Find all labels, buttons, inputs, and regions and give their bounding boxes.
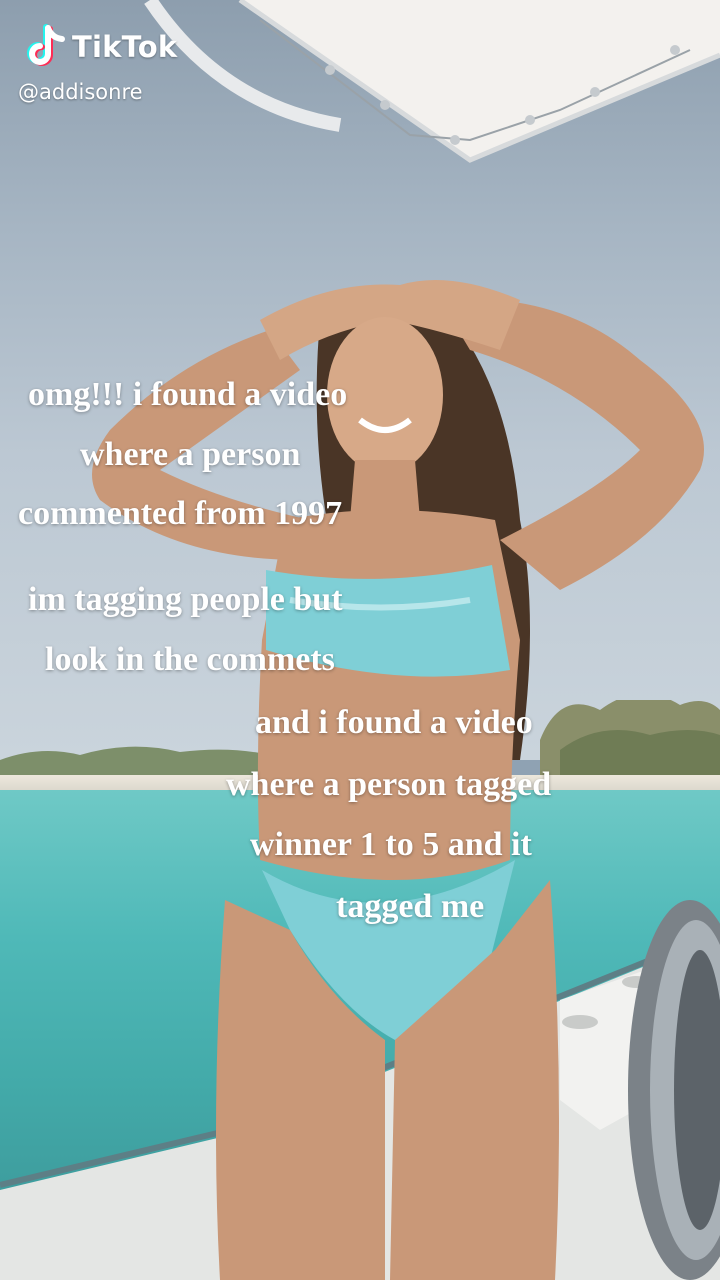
- caption-line: commented from 1997: [18, 495, 343, 532]
- person-figure: [92, 280, 704, 1280]
- tiktok-watermark: TikTok @addisonre: [18, 22, 177, 104]
- caption-line: tagged me: [336, 888, 485, 925]
- video-frame[interactable]: TikTok @addisonre omg!!! i found a video…: [0, 0, 720, 1280]
- caption-line: where a person tagged: [226, 766, 552, 803]
- caption-line: omg!!! i found a video: [28, 376, 348, 413]
- creator-handle: @addisonre: [18, 80, 143, 104]
- tiktok-note-icon: [27, 24, 65, 66]
- caption-line: im tagging people but: [28, 581, 343, 618]
- caption-line: look in the commets: [45, 641, 335, 678]
- watermark-brand-row: TikTok: [22, 22, 177, 72]
- caption-line: where a person: [80, 436, 301, 473]
- caption-line: and i found a video: [255, 704, 533, 741]
- tiktok-brand-label: TikTok: [72, 30, 178, 64]
- caption-line: winner 1 to 5 and it: [250, 826, 532, 863]
